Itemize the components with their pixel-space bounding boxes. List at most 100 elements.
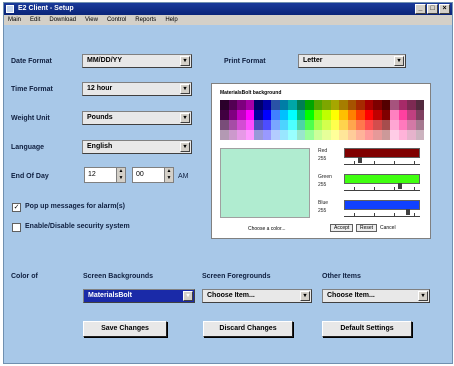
menu-help[interactable]: Help	[165, 15, 177, 25]
palette-swatch[interactable]	[415, 110, 424, 120]
default-settings-button[interactable]: Default Settings	[322, 321, 412, 337]
palette-swatch[interactable]	[330, 100, 339, 110]
palette-swatch[interactable]	[237, 130, 246, 140]
menu-download[interactable]: Download	[49, 15, 76, 25]
palette-swatch[interactable]	[398, 130, 407, 140]
palette-swatch[interactable]	[373, 120, 382, 130]
color-palette[interactable]	[220, 100, 424, 140]
palette-swatch[interactable]	[279, 100, 288, 110]
palette-swatch[interactable]	[279, 130, 288, 140]
reset-button[interactable]: Reset	[356, 224, 378, 232]
green-slider-thumb[interactable]	[398, 183, 402, 189]
menu-view[interactable]: View	[85, 15, 98, 25]
palette-swatch[interactable]	[313, 120, 322, 130]
palette-swatch[interactable]	[271, 130, 280, 140]
palette-swatch[interactable]	[271, 120, 280, 130]
palette-swatch[interactable]	[415, 130, 424, 140]
palette-swatch[interactable]	[364, 130, 373, 140]
palette-swatch[interactable]	[339, 130, 348, 140]
palette-swatch[interactable]	[245, 130, 254, 140]
palette-swatch[interactable]	[228, 120, 237, 130]
palette-swatch[interactable]	[296, 120, 305, 130]
palette-swatch[interactable]	[390, 130, 399, 140]
palette-swatch[interactable]	[330, 130, 339, 140]
accept-button[interactable]: Accept	[330, 224, 354, 232]
palette-swatch[interactable]	[407, 130, 416, 140]
cancel-link[interactable]: Cancel	[380, 225, 396, 231]
chevron-down-icon[interactable]: ▾	[180, 113, 190, 123]
palette-swatch[interactable]	[356, 120, 365, 130]
palette-swatch[interactable]	[279, 110, 288, 120]
print-format-select[interactable]: Letter ▾	[298, 54, 406, 68]
palette-swatch[interactable]	[381, 110, 390, 120]
chevron-down-icon[interactable]: ▾	[183, 291, 193, 301]
menu-main[interactable]: Main	[8, 15, 21, 25]
palette-swatch[interactable]	[390, 120, 399, 130]
palette-swatch[interactable]	[398, 100, 407, 110]
chevron-down-icon[interactable]: ▾	[180, 142, 190, 152]
chevron-down-icon[interactable]: ▾	[180, 56, 190, 66]
palette-swatch[interactable]	[356, 130, 365, 140]
palette-swatch[interactable]	[330, 110, 339, 120]
palette-swatch[interactable]	[296, 110, 305, 120]
palette-swatch[interactable]	[228, 100, 237, 110]
palette-swatch[interactable]	[364, 110, 373, 120]
palette-swatch[interactable]	[237, 110, 246, 120]
palette-swatch[interactable]	[364, 120, 373, 130]
palette-swatch[interactable]	[254, 130, 263, 140]
green-slider[interactable]	[344, 183, 420, 191]
palette-swatch[interactable]	[313, 130, 322, 140]
palette-swatch[interactable]	[381, 120, 390, 130]
palette-swatch[interactable]	[398, 110, 407, 120]
red-slider[interactable]	[344, 157, 420, 165]
palette-swatch[interactable]	[339, 110, 348, 120]
time-format-select[interactable]: 12 hour ▾	[82, 82, 192, 96]
date-format-select[interactable]: MM/DD/YY ▾	[82, 54, 192, 68]
palette-swatch[interactable]	[330, 120, 339, 130]
title-bar[interactable]: E2 Client - Setup _ □ ×	[4, 3, 452, 15]
palette-swatch[interactable]	[271, 100, 280, 110]
palette-swatch[interactable]	[254, 110, 263, 120]
discard-changes-button[interactable]: Discard Changes	[203, 321, 293, 337]
palette-swatch[interactable]	[313, 100, 322, 110]
palette-swatch[interactable]	[407, 120, 416, 130]
palette-swatch[interactable]	[390, 110, 399, 120]
palette-swatch[interactable]	[296, 100, 305, 110]
palette-swatch[interactable]	[254, 120, 263, 130]
palette-swatch[interactable]	[228, 110, 237, 120]
palette-swatch[interactable]	[322, 120, 331, 130]
palette-swatch[interactable]	[245, 120, 254, 130]
palette-swatch[interactable]	[288, 130, 297, 140]
palette-swatch[interactable]	[339, 100, 348, 110]
palette-swatch[interactable]	[296, 130, 305, 140]
palette-swatch[interactable]	[262, 120, 271, 130]
palette-swatch[interactable]	[288, 110, 297, 120]
menu-reports[interactable]: Reports	[135, 15, 156, 25]
language-select[interactable]: English ▾	[82, 140, 192, 154]
palette-swatch[interactable]	[415, 100, 424, 110]
palette-swatch[interactable]	[220, 130, 229, 140]
end-of-day-hour[interactable]: 12 ▲ ▼	[84, 167, 126, 183]
palette-swatch[interactable]	[220, 120, 229, 130]
palette-swatch[interactable]	[271, 110, 280, 120]
blue-slider-thumb[interactable]	[406, 209, 410, 215]
spin-arrows-icon[interactable]: ▲ ▼	[164, 168, 173, 182]
other-items-select[interactable]: Choose Item... ▾	[322, 289, 430, 303]
palette-swatch[interactable]	[322, 130, 331, 140]
palette-swatch[interactable]	[364, 100, 373, 110]
end-of-day-minute[interactable]: 00 ▲ ▼	[132, 167, 174, 183]
palette-swatch[interactable]	[373, 130, 382, 140]
palette-swatch[interactable]	[322, 100, 331, 110]
palette-swatch[interactable]	[356, 110, 365, 120]
chevron-down-icon[interactable]: ▾	[418, 291, 428, 301]
palette-swatch[interactable]	[322, 110, 331, 120]
security-checkbox[interactable]	[12, 223, 21, 232]
palette-swatch[interactable]	[237, 100, 246, 110]
palette-swatch[interactable]	[288, 120, 297, 130]
palette-swatch[interactable]	[262, 100, 271, 110]
palette-swatch[interactable]	[305, 120, 314, 130]
palette-swatch[interactable]	[407, 100, 416, 110]
save-changes-button[interactable]: Save Changes	[83, 321, 167, 337]
palette-swatch[interactable]	[254, 100, 263, 110]
minimize-button[interactable]: _	[415, 4, 426, 14]
